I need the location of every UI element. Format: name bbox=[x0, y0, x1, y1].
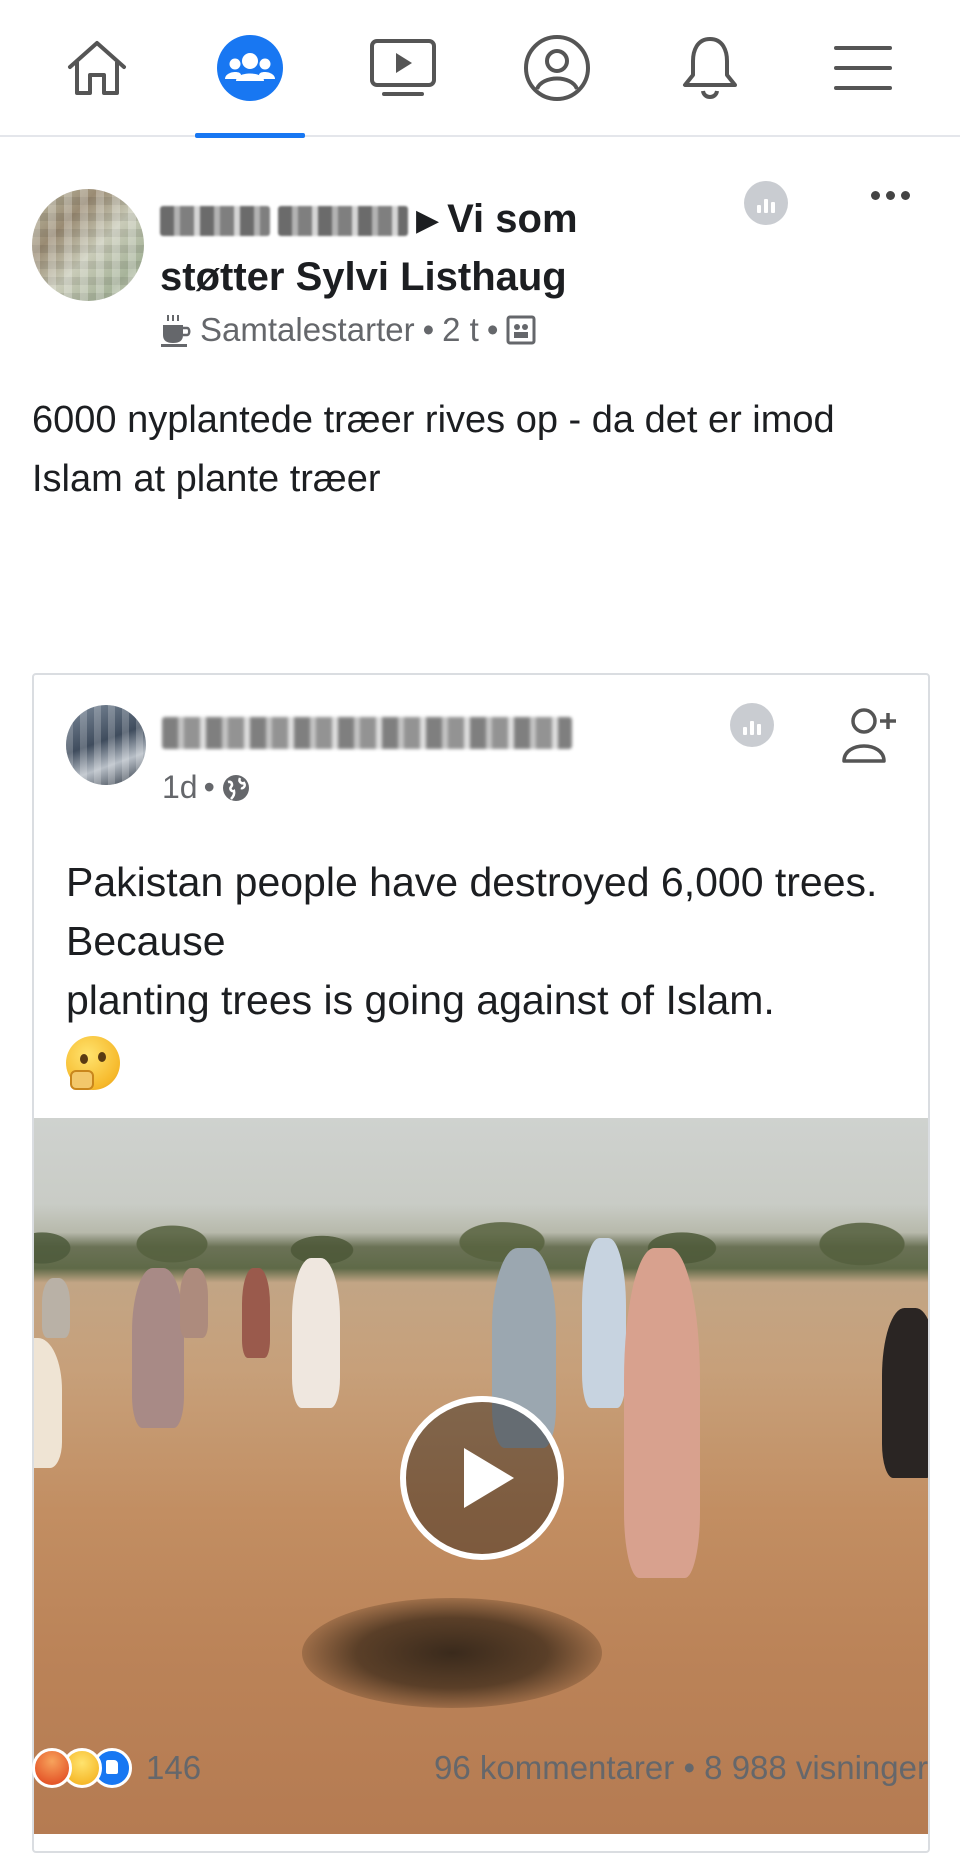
blurred-shared-author-name[interactable] bbox=[162, 717, 572, 749]
person-figure bbox=[42, 1278, 70, 1338]
add-friend-icon[interactable] bbox=[836, 703, 900, 765]
nav-notifications[interactable] bbox=[645, 0, 775, 136]
shared-post-insights-icon[interactable] bbox=[730, 703, 774, 747]
person-figure bbox=[242, 1268, 270, 1358]
reactions-count[interactable]: 146 bbox=[146, 1749, 201, 1787]
shared-post-card[interactable]: 1d • Pakistan people have destroyed 6,00… bbox=[32, 673, 930, 1853]
blurred-author-surname[interactable] bbox=[278, 206, 408, 237]
shared-post-text: Pakistan people have destroyed 6,000 tre… bbox=[66, 853, 906, 1090]
post-insights-icon[interactable] bbox=[744, 181, 788, 225]
group-audience-icon bbox=[506, 315, 536, 345]
meta-separator: • bbox=[422, 311, 435, 348]
nav-home[interactable] bbox=[32, 0, 162, 136]
person-figure bbox=[624, 1248, 700, 1578]
home-icon bbox=[67, 40, 126, 95]
post-meta: Samtalestarter • 2 t • bbox=[160, 311, 536, 349]
views-count[interactable]: 8 988 visninger bbox=[704, 1749, 928, 1786]
angry-reaction-icon bbox=[32, 1748, 72, 1788]
bell-icon bbox=[682, 36, 737, 99]
post-text: 6000 nyplantede træer rives op - da det … bbox=[32, 399, 835, 500]
thinking-face-emoji-icon bbox=[66, 1036, 120, 1090]
groups-icon bbox=[216, 34, 283, 101]
meta-separator: • bbox=[486, 311, 499, 348]
badge-label[interactable]: Samtalestarter bbox=[200, 311, 415, 349]
post-engagement-bar: 146 96 kommentarer • 8 988 visninger bbox=[0, 1738, 960, 1798]
play-button-icon[interactable] bbox=[400, 1396, 564, 1560]
video-icon bbox=[370, 38, 437, 96]
person-figure bbox=[34, 1338, 62, 1468]
video-thumbnail[interactable] bbox=[34, 1118, 928, 1834]
nav-menu[interactable] bbox=[798, 0, 928, 136]
hamburger-menu-icon bbox=[834, 45, 893, 90]
profile-icon bbox=[523, 34, 590, 101]
person-figure bbox=[180, 1268, 208, 1338]
shared-post-meta: 1d • bbox=[162, 769, 251, 806]
person-figure bbox=[132, 1268, 184, 1428]
engagement-counts: 96 kommentarer • 8 988 visninger bbox=[434, 1749, 928, 1787]
globe-icon bbox=[222, 774, 249, 801]
person-figure bbox=[882, 1308, 928, 1478]
shared-post-time[interactable]: 1d bbox=[162, 769, 198, 806]
nav-profile[interactable] bbox=[492, 0, 622, 136]
post-time[interactable]: 2 t bbox=[442, 311, 479, 349]
coffee-cup-icon bbox=[161, 315, 191, 347]
more-options-icon[interactable] bbox=[862, 175, 918, 215]
comments-count[interactable]: 96 kommentarer bbox=[434, 1749, 674, 1786]
reactions-summary[interactable]: 146 bbox=[32, 1748, 201, 1788]
share-arrow-icon: ▶ bbox=[416, 204, 440, 238]
post-header-title: ▶ Vi som støtter Sylvi Listhaug bbox=[160, 191, 660, 305]
meta-separator: • bbox=[203, 769, 215, 805]
nav-watch[interactable] bbox=[338, 0, 468, 136]
footer-separator: • bbox=[683, 1749, 695, 1786]
nav-groups[interactable] bbox=[185, 0, 315, 138]
blurred-author-name[interactable] bbox=[160, 206, 270, 237]
person-figure bbox=[292, 1258, 340, 1408]
top-navigation-bar bbox=[0, 0, 960, 138]
uprooted-tree-hole bbox=[302, 1598, 602, 1708]
shared-text-line-2: planting trees is going against of Islam… bbox=[66, 977, 775, 1023]
shared-author-avatar[interactable] bbox=[66, 705, 146, 785]
person-figure bbox=[582, 1238, 626, 1408]
shared-text-line-1: Pakistan people have destroyed 6,000 tre… bbox=[66, 859, 878, 964]
author-avatar[interactable] bbox=[32, 189, 144, 301]
